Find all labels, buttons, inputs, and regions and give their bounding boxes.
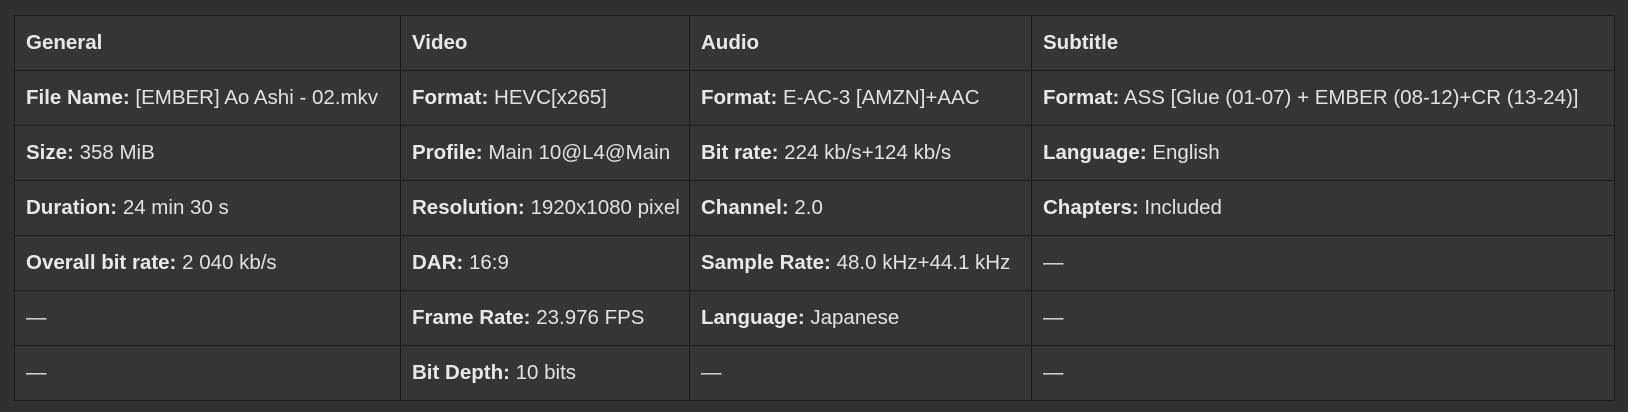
field-value: 24 min 30 s bbox=[122, 196, 229, 219]
empty-placeholder: — bbox=[701, 361, 722, 384]
table-row: Overall bit rate: 2 040 kb/s DAR: 16:9 Sam… bbox=[14, 235, 1615, 291]
empty-placeholder: — bbox=[1043, 251, 1064, 274]
field-label: Bit rate: bbox=[701, 141, 779, 164]
table-row: Duration: 24 min 30 s Resolution: 1920x10… bbox=[14, 180, 1615, 236]
empty-placeholder: — bbox=[26, 361, 47, 384]
field-label: Channel: bbox=[701, 196, 789, 219]
header-row: General Video Audio Subtitle bbox=[14, 15, 1615, 71]
field-label: Format: bbox=[701, 86, 778, 109]
cell-general: Size: 358 MiB bbox=[14, 125, 401, 181]
field-value: Japanese bbox=[810, 306, 900, 329]
field-label: Size: bbox=[26, 141, 74, 164]
field-value: 16:9 bbox=[468, 251, 509, 274]
table-row: — Bit Depth: 10 bits — — bbox=[14, 345, 1615, 401]
cell-subtitle: — bbox=[1031, 235, 1615, 291]
cell-video: DAR: 16:9 bbox=[400, 235, 690, 291]
field-label: Frame Rate: bbox=[412, 306, 531, 329]
field-label: DAR: bbox=[412, 251, 464, 274]
field-value: 224 kb/s+124 kb/s bbox=[784, 141, 952, 164]
cell-video: Resolution: 1920x1080 pixel bbox=[400, 180, 690, 236]
cell-video: Frame Rate: 23.976 FPS bbox=[400, 290, 690, 346]
cell-subtitle: Language: English bbox=[1031, 125, 1615, 181]
field-label: Chapters: bbox=[1043, 196, 1139, 219]
cell-audio: Sample Rate: 48.0 kHz+44.1 kHz bbox=[689, 235, 1032, 291]
header-video: Video bbox=[400, 15, 690, 71]
header-subtitle: Subtitle bbox=[1031, 15, 1615, 71]
empty-placeholder: — bbox=[1043, 306, 1064, 329]
cell-general: Duration: 24 min 30 s bbox=[14, 180, 401, 236]
media-info-container: General Video Audio Subtitle File Name: … bbox=[14, 15, 1615, 401]
cell-video: Bit Depth: 10 bits bbox=[400, 345, 690, 401]
field-label: Overall bit rate: bbox=[26, 251, 177, 274]
cell-subtitle: Chapters: Included bbox=[1031, 180, 1615, 236]
field-value: 1920x1080 pixel bbox=[530, 196, 680, 219]
cell-subtitle: Format: ASS [Glue (01-07) + EMBER (08-12… bbox=[1031, 70, 1615, 126]
cell-audio: Language: Japanese bbox=[689, 290, 1032, 346]
field-label: Profile: bbox=[412, 141, 483, 164]
field-value: E-AC-3 [AMZN]+AAC bbox=[783, 86, 980, 109]
media-info-table: General Video Audio Subtitle File Name: … bbox=[14, 15, 1615, 401]
field-value: ASS [Glue (01-07) + EMBER (08-12)+CR (13… bbox=[1123, 86, 1579, 109]
cell-audio: — bbox=[689, 345, 1032, 401]
field-label: Language: bbox=[701, 306, 805, 329]
field-label: Sample Rate: bbox=[701, 251, 831, 274]
empty-placeholder: — bbox=[1043, 361, 1064, 384]
field-label: Language: bbox=[1043, 141, 1147, 164]
field-label: Format: bbox=[1043, 86, 1120, 109]
field-value: 48.0 kHz+44.1 kHz bbox=[836, 251, 1011, 274]
header-general: General bbox=[14, 15, 401, 71]
cell-audio: Bit rate: 224 kb/s+124 kb/s bbox=[689, 125, 1032, 181]
cell-video: Profile: Main 10@L4@Main bbox=[400, 125, 690, 181]
cell-general: — bbox=[14, 290, 401, 346]
field-value: 2 040 kb/s bbox=[182, 251, 277, 274]
field-value: HEVC[x265] bbox=[494, 86, 607, 109]
field-label: File Name: bbox=[26, 86, 130, 109]
cell-audio: Channel: 2.0 bbox=[689, 180, 1032, 236]
cell-general: — bbox=[14, 345, 401, 401]
cell-audio: Format: E-AC-3 [AMZN]+AAC bbox=[689, 70, 1032, 126]
field-value: 2.0 bbox=[794, 196, 823, 219]
field-label: Duration: bbox=[26, 196, 118, 219]
field-value: 358 MiB bbox=[79, 141, 155, 164]
field-value: 23.976 FPS bbox=[536, 306, 645, 329]
field-value: [EMBER] Ao Ashi - 02.mkv bbox=[135, 86, 379, 109]
cell-subtitle: — bbox=[1031, 290, 1615, 346]
header-audio: Audio bbox=[689, 15, 1032, 71]
cell-general: File Name: [EMBER] Ao Ashi - 02.mkv bbox=[14, 70, 401, 126]
field-value: 10 bits bbox=[515, 361, 577, 384]
cell-video: Format: HEVC[x265] bbox=[400, 70, 690, 126]
table-row: Size: 358 MiB Profile: Main 10@L4@Main Bit… bbox=[14, 125, 1615, 181]
cell-general: Overall bit rate: 2 040 kb/s bbox=[14, 235, 401, 291]
field-value: Included bbox=[1144, 196, 1222, 219]
empty-placeholder: — bbox=[26, 306, 47, 329]
table-row: — Frame Rate: 23.976 FPS Language: Japanes… bbox=[14, 290, 1615, 346]
field-label: Format: bbox=[412, 86, 489, 109]
field-value: English bbox=[1152, 141, 1220, 164]
table-row: File Name: [EMBER] Ao Ashi - 02.mkv Forma… bbox=[14, 70, 1615, 126]
table-body: File Name: [EMBER] Ao Ashi - 02.mkv Forma… bbox=[14, 70, 1615, 401]
cell-subtitle: — bbox=[1031, 345, 1615, 401]
field-label: Resolution: bbox=[412, 196, 525, 219]
field-label: Bit Depth: bbox=[412, 361, 510, 384]
field-value: Main 10@L4@Main bbox=[488, 141, 671, 164]
